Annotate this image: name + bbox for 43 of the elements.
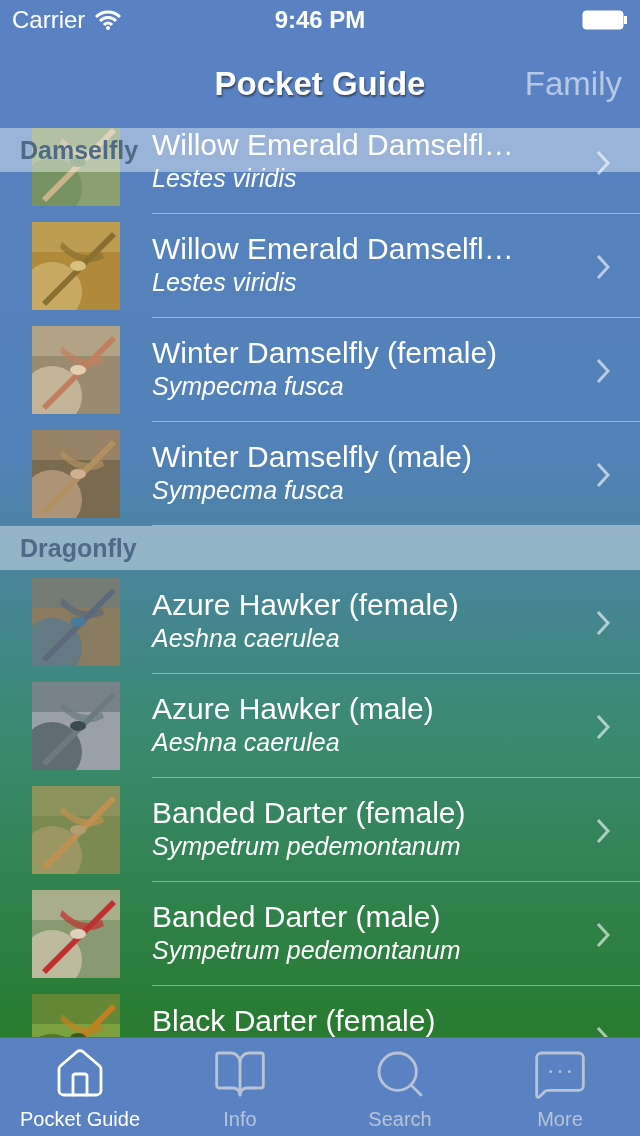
- clock-time: 9:46 PM: [274, 6, 366, 34]
- latin-name: Aeshna caerulea: [152, 623, 340, 654]
- species-name: Willow Emerald Damselfl…: [152, 232, 514, 266]
- species-row[interactable]: Willow Emerald Damselfl… Lestes viridis: [0, 214, 640, 318]
- species-name: Winter Damselfly (female): [152, 336, 498, 370]
- species-name: Azure Hawker (female): [152, 588, 459, 622]
- latin-name: Lestes viridis: [152, 267, 297, 298]
- species-row[interactable]: Azure Hawker (male) Aeshna caerulea: [0, 674, 640, 778]
- latin-name: Sympecma fusca: [152, 371, 344, 402]
- species-name: Winter Damselfly (male): [152, 440, 473, 474]
- latin-name: Aeshna caerulea: [152, 727, 340, 758]
- family-button[interactable]: Family: [524, 65, 622, 103]
- chevron-icon: [596, 818, 610, 844]
- species-row[interactable]: Azure Hawker (female) Aeshna caerulea: [0, 570, 640, 674]
- tab-item[interactable]: More: [480, 1038, 640, 1136]
- tab-item[interactable]: Search: [320, 1038, 480, 1136]
- species-row[interactable]: Winter Damselfly (male) Sympecma fusca: [0, 422, 640, 526]
- species-name: Willow Emerald Damselfl…: [152, 128, 514, 162]
- latin-name: Sympetrum pedemontanum: [152, 935, 461, 966]
- section-title: Dragonfly: [20, 533, 137, 563]
- species-row[interactable]: Winter Damselfly (female) Sympecma fusca: [0, 318, 640, 422]
- species-row[interactable]: Banded Darter (male) Sympetrum pedemontanum: [0, 882, 640, 986]
- tab-item[interactable]: Info: [160, 1038, 320, 1136]
- species-name: Banded Darter (male): [152, 900, 441, 934]
- chevron-icon: [596, 462, 610, 488]
- species-name: Black Darter (female): [152, 1004, 436, 1037]
- nav-title: Pocket Guide: [214, 65, 426, 103]
- chevron-icon: [596, 254, 610, 280]
- battery-icon: [582, 10, 628, 30]
- species-name: Banded Darter (female): [152, 796, 466, 830]
- tab-item[interactable]: Pocket Guide: [0, 1038, 160, 1136]
- chevron-icon: [596, 922, 610, 948]
- species-name: Azure Hawker (male): [152, 692, 434, 726]
- latin-name: Lestes viridis: [152, 163, 297, 194]
- carrier-label: Carrier: [12, 6, 86, 34]
- chevron-icon: [596, 358, 610, 384]
- latin-name: Sympetrum pedemontanum: [152, 831, 461, 862]
- latin-name: Sympecma fusca: [152, 475, 344, 506]
- chevron-icon: [596, 610, 610, 636]
- species-row[interactable]: Banded Darter (female) Sympetrum pedemontanum: [0, 778, 640, 882]
- wifi-icon: [95, 10, 122, 30]
- chevron-icon: [596, 714, 610, 740]
- section-title: Damselfly: [20, 135, 139, 165]
